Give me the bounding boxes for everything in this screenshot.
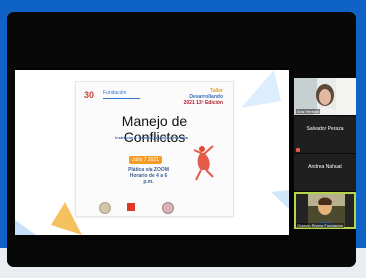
active-participant-tile[interactable]: Octavio Rivero Fundación (294, 192, 356, 229)
event-logo: Taller Desarrollando 2021 13ª Edición (177, 88, 223, 109)
participant-tile[interactable]: Salvador Peraza (294, 116, 356, 153)
event-schedule: Plática vía ZOOM Horario de 4 a 6 p.m. (126, 167, 171, 185)
institution-logo (127, 203, 135, 211)
event-date: Julio 7 2021 (129, 156, 162, 164)
partner-organization-logo (199, 202, 221, 211)
foundation-logo-text: Fundación (103, 89, 140, 99)
meeting-top-bar (7, 12, 356, 40)
presentation-canvas: 30 Fundación Taller Desarrollando 2021 1… (15, 70, 289, 235)
schedule-line: Horario de 4 a 6 p.m. (129, 173, 168, 185)
instructors-line: Instructora: Daniel Quijanolsa Heredia (115, 135, 188, 140)
government-seal-logo (99, 202, 111, 214)
presentation-slide: 30 Fundación Taller Desarrollando 2021 1… (76, 82, 233, 216)
anniversary-logo: 30 (84, 90, 95, 100)
participants-panel[interactable]: Ana Heredia Salvador Peraza Andrea Nahua… (294, 68, 356, 240)
slide-title: Manejo de Conflictos (121, 113, 188, 145)
zoom-meeting-view: 30 Fundación Taller Desarrollando 2021 1… (7, 12, 356, 267)
participant-name: Salvador Peraza (306, 126, 344, 132)
participant-name: Ana Heredia (296, 109, 321, 114)
partner-emblem-logo (162, 202, 174, 214)
participant-name: Octavio Rivero Fundación (296, 223, 345, 228)
shared-screen-area: 30 Fundación Taller Desarrollando 2021 1… (15, 68, 295, 240)
event-title-line-3: 2021 13ª Edición (183, 100, 223, 106)
muted-microphone-icon (296, 148, 300, 152)
meeting-bottom-bar (7, 240, 356, 267)
participant-tile[interactable]: Ana Heredia (294, 78, 356, 115)
app-window: 30 Fundación Taller Desarrollando 2021 1… (0, 0, 366, 278)
dancer-illustration (193, 145, 214, 181)
participant-name: Andrea Nahuat (308, 164, 342, 170)
participant-tile[interactable]: Andrea Nahuat (294, 154, 356, 191)
